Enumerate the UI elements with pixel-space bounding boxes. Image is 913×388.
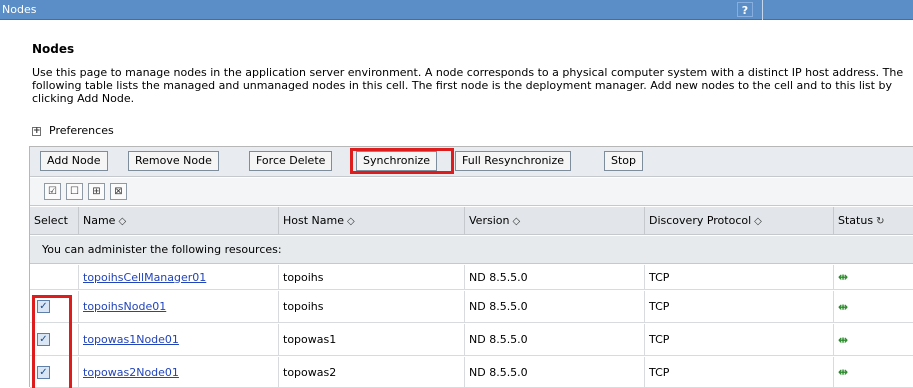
deselect-all-icon[interactable]: ☐	[66, 183, 83, 200]
status-cell: ⇹	[834, 291, 913, 322]
host-cell: topowas2	[279, 357, 465, 387]
node-link[interactable]: topoihsNode01	[83, 300, 166, 313]
selection-icon-bar: ☑ ☐ ⊞ ⊠	[30, 178, 913, 206]
host-cell: topoihs	[279, 291, 465, 322]
status-unknown-icon[interactable]: ⇹	[838, 300, 848, 314]
sort-icon[interactable]: ◇	[512, 216, 520, 227]
sort-icon[interactable]: ◇	[347, 216, 355, 227]
column-version[interactable]: Version ◇	[465, 207, 645, 235]
status-cell: ⇹	[834, 357, 913, 387]
node-link[interactable]: topowas1Node01	[83, 333, 179, 346]
name-cell: topoihsCellManager01	[79, 265, 279, 289]
refresh-icon[interactable]: ↻	[876, 216, 884, 227]
preferences-label: Preferences	[49, 124, 114, 137]
column-status[interactable]: Status ↻	[834, 207, 913, 235]
add-node-button[interactable]: Add Node	[40, 151, 108, 171]
full-resynchronize-button[interactable]: Full Resynchronize	[455, 151, 572, 171]
plus-box-icon[interactable]: +	[32, 126, 41, 136]
protocol-cell: TCP	[645, 291, 834, 322]
host-cell: topoihs	[279, 265, 465, 289]
action-button-bar: Add Node Remove Node Force Delete Synchr…	[30, 147, 913, 177]
column-host-name[interactable]: Host Name ◇	[279, 207, 465, 235]
version-cell: ND 8.5.5.0	[465, 265, 645, 289]
titlebar-divider	[762, 0, 763, 20]
synchronize-highlight	[350, 148, 454, 174]
help-icon[interactable]: ?	[737, 2, 753, 17]
table-row: topoihsCellManager01 topoihs ND 8.5.5.0 …	[30, 265, 913, 290]
table-row: ✓ topowas2Node01 topowas2 ND 8.5.5.0 TCP…	[30, 357, 913, 388]
window-title: Nodes	[2, 3, 37, 16]
status-cell: ⇹	[834, 265, 913, 289]
sort-icon[interactable]: ◇	[754, 216, 762, 227]
name-cell: topowas1Node01	[79, 324, 279, 355]
name-cell: topowas2Node01	[79, 357, 279, 387]
protocol-cell: TCP	[645, 324, 834, 355]
show-filter-icon[interactable]: ⊞	[88, 183, 105, 200]
version-cell: ND 8.5.5.0	[465, 357, 645, 387]
preferences-toggle[interactable]: + Preferences	[32, 124, 114, 138]
status-cell: ⇹	[834, 324, 913, 355]
status-unknown-icon[interactable]: ⇹	[838, 333, 848, 347]
table-header: Select Name ◇ Host Name ◇ Version ◇ Discove…	[30, 207, 913, 235]
node-link[interactable]: topowas2Node01	[83, 366, 179, 379]
node-link[interactable]: topoihsCellManager01	[83, 271, 206, 284]
nodes-collection-panel: Add Node Remove Node Force Delete Synchr…	[29, 146, 913, 388]
sort-icon[interactable]: ◇	[118, 216, 126, 227]
column-select: Select	[30, 207, 79, 235]
table-row: ✓ topoihsNode01 topoihs ND 8.5.5.0 TCP ⇹	[30, 291, 913, 323]
status-unknown-icon[interactable]: ⇹	[838, 365, 848, 379]
status-unknown-icon[interactable]: ⇹	[838, 270, 848, 284]
column-name[interactable]: Name ◇	[79, 207, 279, 235]
window-titlebar: Nodes ?	[0, 0, 913, 20]
host-cell: topowas1	[279, 324, 465, 355]
select-all-icon[interactable]: ☑	[44, 183, 61, 200]
version-cell: ND 8.5.5.0	[465, 324, 645, 355]
name-cell: topoihsNode01	[79, 291, 279, 322]
page-description: Use this page to manage nodes in the app…	[32, 66, 904, 105]
page-title: Nodes	[32, 42, 75, 56]
stop-button[interactable]: Stop	[604, 151, 644, 171]
column-discovery-protocol[interactable]: Discovery Protocol ◇	[645, 207, 834, 235]
protocol-cell: TCP	[645, 265, 834, 289]
force-delete-button[interactable]: Force Delete	[249, 151, 333, 171]
checkbox-highlight	[32, 295, 72, 388]
clear-filter-icon[interactable]: ⊠	[110, 183, 127, 200]
version-cell: ND 8.5.5.0	[465, 291, 645, 322]
protocol-cell: TCP	[645, 357, 834, 387]
table-row: ✓ topowas1Node01 topowas1 ND 8.5.5.0 TCP…	[30, 324, 913, 356]
resource-group-row: You can administer the following resourc…	[30, 236, 913, 264]
select-cell	[30, 265, 79, 289]
remove-node-button[interactable]: Remove Node	[128, 151, 219, 171]
